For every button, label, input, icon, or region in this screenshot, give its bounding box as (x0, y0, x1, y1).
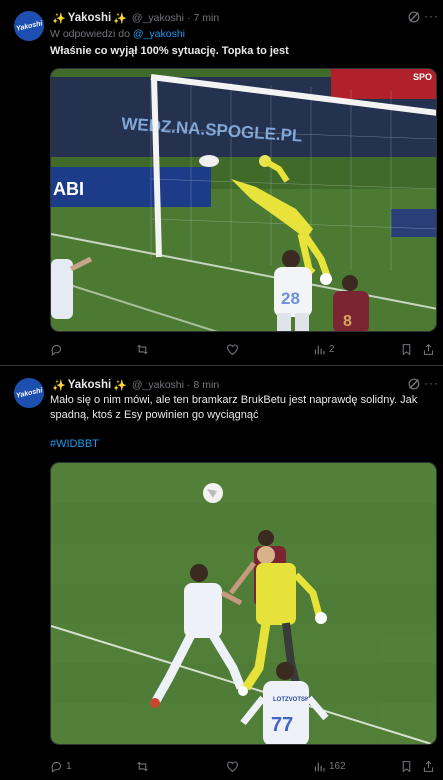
hashtag-link[interactable]: #WIDBBT (50, 438, 99, 450)
reply-handle-link[interactable]: @_yakoshi (133, 28, 185, 40)
sparkle-emoji: ✨ (113, 12, 127, 25)
bookmark-button[interactable] (400, 340, 413, 358)
heart-icon (227, 344, 238, 355)
heart-icon (227, 761, 238, 772)
sparkle-emoji: ✨ (113, 379, 127, 392)
tweet-header: ✨ Yakoshi ✨ @_yakoshi · 7 min (50, 10, 219, 26)
repost-button[interactable] (136, 340, 152, 358)
user-handle[interactable]: @_yakoshi (132, 379, 184, 391)
separator-dot: · (186, 379, 191, 391)
like-button[interactable] (226, 757, 242, 775)
repost-icon (137, 761, 148, 771)
bookmark-icon (402, 760, 411, 772)
tweet-header: ✨ Yakoshi ✨ @_yakoshi · 8 min (50, 377, 219, 393)
goal-save-photo: SPO WEDZ.NA.SPOGLE.PL ABI 28 8 (51, 69, 436, 331)
reply-icon (51, 761, 62, 773)
tweet[interactable]: Yakoshi ✨ Yakoshi ✨ @_yakoshi · 8 min ··… (0, 367, 443, 780)
header-duel-photo: LOTZVOTSKIY 77 (51, 463, 436, 744)
reply-context: W odpowiedzi do @_yakoshi (50, 28, 185, 40)
share-icon (423, 760, 434, 772)
view-count: 2 (329, 343, 335, 355)
avatar-logo-text: Yakoshi (15, 19, 43, 33)
reply-button[interactable] (50, 340, 66, 358)
tweet[interactable]: Yakoshi ✨ Yakoshi ✨ @_yakoshi · 7 min ··… (0, 0, 443, 366)
sparkle-emoji: ✨ (52, 12, 66, 25)
scoreboard-text: SPO (413, 72, 432, 82)
tweet-actions: 2 (50, 340, 437, 358)
shirt-number: 8 (343, 313, 352, 330)
sponsor-text: ABI (53, 179, 84, 199)
tweet-text: Właśnie co wyjął 100% sytuację. Topka to… (50, 45, 289, 57)
shirt-number: 28 (281, 289, 300, 308)
tweet-time[interactable]: 7 min (193, 12, 219, 24)
reply-prefix: W odpowiedzi do (50, 28, 130, 40)
tweet-time[interactable]: 8 min (193, 379, 219, 391)
like-button[interactable] (226, 340, 242, 358)
more-options-icon[interactable]: ··· (424, 9, 439, 23)
views-chart-icon (314, 344, 325, 354)
reply-icon (51, 344, 62, 356)
tweet-image[interactable]: LOTZVOTSKIY 77 (50, 462, 437, 745)
reply-button[interactable]: 1 (50, 757, 72, 775)
share-icon (423, 343, 434, 355)
display-name[interactable]: Yakoshi (68, 12, 111, 24)
bookmark-button[interactable] (400, 757, 413, 775)
repost-icon (137, 344, 148, 354)
grok-icon[interactable] (407, 377, 421, 391)
separator-dot: · (186, 12, 191, 24)
reply-count: 1 (66, 760, 72, 772)
tweet-text: Mało się o nim mówi, ale ten bramkarz Br… (50, 394, 418, 421)
avatar-logo-text: Yakoshi (15, 386, 43, 400)
view-count: 162 (329, 760, 346, 772)
avatar[interactable]: Yakoshi (14, 11, 44, 41)
sparkle-emoji: ✨ (52, 379, 66, 392)
share-button[interactable] (422, 757, 435, 775)
repost-button[interactable] (136, 757, 152, 775)
tweet-actions: 1 162 (50, 757, 437, 775)
shirt-number: 77 (271, 714, 293, 736)
views-chart-icon (314, 761, 325, 771)
tweet-image[interactable]: SPO WEDZ.NA.SPOGLE.PL ABI 28 8 (50, 68, 437, 332)
views-button[interactable]: 162 (313, 757, 346, 775)
display-name[interactable]: Yakoshi (68, 379, 111, 391)
user-handle[interactable]: @_yakoshi (132, 12, 184, 24)
avatar[interactable]: Yakoshi (14, 378, 44, 408)
bookmark-icon (402, 343, 411, 355)
grok-icon[interactable] (407, 10, 421, 24)
views-button[interactable]: 2 (313, 340, 335, 358)
more-options-icon[interactable]: ··· (424, 376, 439, 390)
share-button[interactable] (422, 340, 435, 358)
